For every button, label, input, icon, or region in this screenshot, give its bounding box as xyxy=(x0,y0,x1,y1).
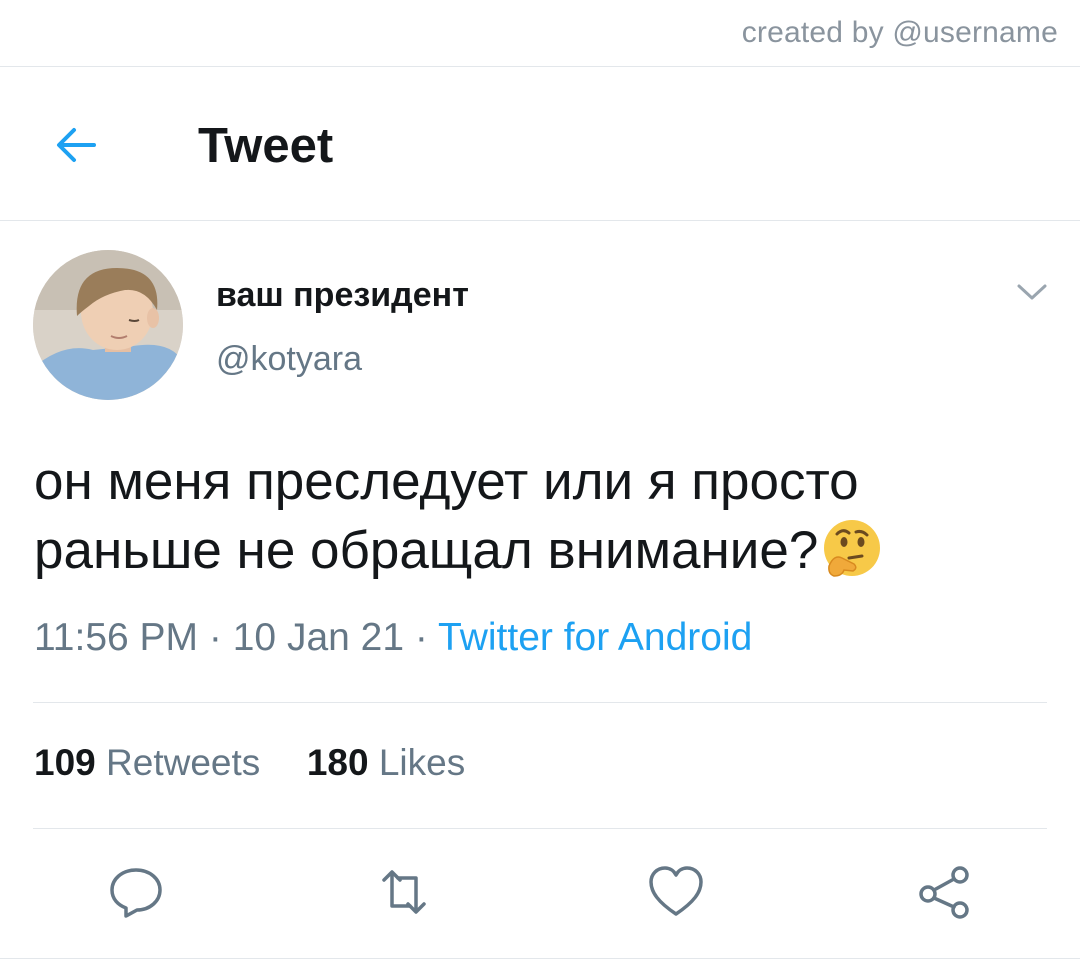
credit-label: created by @username xyxy=(741,16,1058,49)
retweet-icon xyxy=(382,870,426,914)
stats-divider xyxy=(33,828,1047,829)
like-icon xyxy=(649,866,703,916)
arrow-left-icon xyxy=(57,128,96,162)
author-display-name[interactable]: ваш президент xyxy=(216,276,469,315)
retweets-count: 109 xyxy=(34,742,96,783)
page-title: Tweet xyxy=(198,119,334,173)
tweet-date: 10 Jan 21 xyxy=(232,616,405,659)
retweets-label: Retweets xyxy=(106,742,261,783)
author-handle[interactable]: @kotyara xyxy=(216,340,362,379)
header-divider xyxy=(0,220,1080,221)
thinking-face-emoji xyxy=(824,520,881,577)
reply-icon xyxy=(110,868,162,918)
tweet-body: он меня преследует или я просто раньше н… xyxy=(34,448,1044,585)
meta-separator: · xyxy=(208,616,222,659)
likes-stat[interactable]: 180 Likes xyxy=(307,742,465,783)
chevron-down-icon xyxy=(1017,284,1047,300)
back-button[interactable] xyxy=(50,118,104,172)
tweet-stats: 109 Retweets 180 Likes xyxy=(34,742,465,784)
like-button[interactable] xyxy=(646,862,706,922)
avatar[interactable] xyxy=(33,250,183,400)
tweet-text: он меня преследует или я просто раньше н… xyxy=(34,452,859,580)
retweet-button[interactable] xyxy=(374,862,434,922)
reply-button[interactable] xyxy=(106,862,166,922)
meta-divider xyxy=(33,702,1047,703)
tweet-meta: 11:56 PM · 10 Jan 21 · Twitter for Andro… xyxy=(34,616,752,660)
likes-count: 180 xyxy=(306,742,369,783)
likes-label: Likes xyxy=(378,742,466,783)
avatar-photo xyxy=(33,250,183,400)
retweets-stat[interactable]: 109 Retweets xyxy=(34,742,271,783)
share-icon xyxy=(919,866,969,919)
share-button[interactable] xyxy=(914,862,974,922)
meta-separator: · xyxy=(414,616,428,659)
tweet-time: 11:56 PM xyxy=(34,616,199,659)
top-divider xyxy=(0,66,1080,67)
header-bar: Tweet xyxy=(0,68,1080,220)
bottom-divider xyxy=(0,958,1080,959)
tweet-options-button[interactable] xyxy=(1012,276,1052,306)
tweet-source-link[interactable]: Twitter for Android xyxy=(438,616,752,659)
